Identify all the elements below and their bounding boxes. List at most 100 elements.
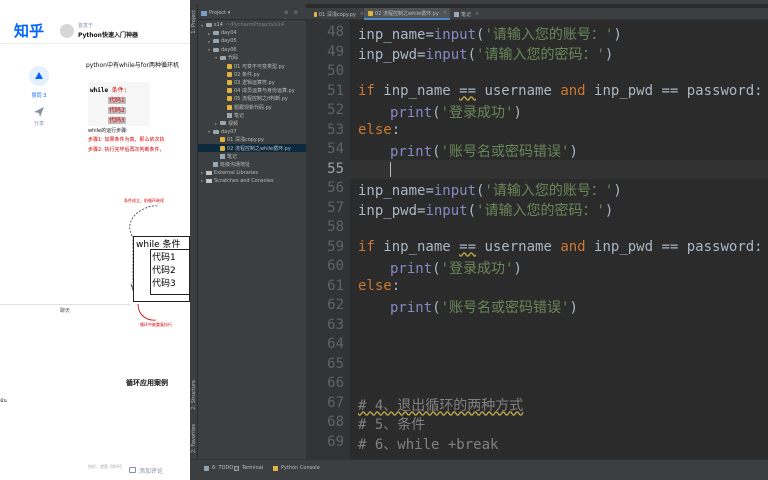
tree-item[interactable]: ▸ day04 (198, 29, 306, 37)
tree-item-label: 05 流程控制之if判断.py (234, 96, 288, 103)
chat-title: 聊天 (59, 308, 70, 314)
upvote-count: 赞同 3 (31, 93, 47, 99)
tree-item[interactable]: ▸ External Libraries (198, 169, 306, 177)
diagram-line: 代码1 (152, 253, 176, 263)
python-file-icon (220, 137, 225, 143)
tree-item-label: day06 (221, 46, 237, 53)
tree-item[interactable]: 04 成员运算与身份运算.py (198, 87, 306, 95)
tab-notes[interactable]: 笔记 × (450, 8, 484, 20)
python-file-icon (314, 11, 317, 17)
line-number: 57 (327, 199, 344, 216)
code-line-54: print('账号名或密码错误') (390, 144, 578, 160)
project-panel-title[interactable]: Project ▾ (209, 10, 230, 16)
section-heading: 循环应用案例 (126, 379, 168, 387)
line-number: 50 (327, 63, 344, 79)
tree-item-label: 视频 (228, 120, 239, 127)
tree-item[interactable]: 题跟现新代码.py (198, 103, 306, 111)
column-prefix: 首发于 (78, 23, 94, 29)
tab-while-loop[interactable]: 02 流程控制之while循环.py × (364, 8, 450, 20)
folder-icon (206, 23, 212, 27)
project-title-text: Project (209, 10, 227, 16)
python-file-icon (227, 79, 232, 85)
code-line-57: inp_pwd=input('请输入您的密码：') (358, 202, 614, 219)
code-line-59: if inp_name == username and inp_pwd == p… (358, 238, 763, 255)
folder-icon (213, 129, 219, 134)
folder-icon (213, 31, 219, 36)
upvote-button[interactable] (29, 66, 49, 86)
line-number: 68 (327, 414, 344, 430)
line-number: 66 (327, 375, 344, 391)
tree-item[interactable]: 01 深浅copy.py (198, 136, 306, 144)
tree-item[interactable]: 03 逻辑运算符.py (198, 78, 306, 86)
code-line-53: else: (358, 121, 401, 138)
tree-item[interactable]: ▾ s14 ~/PycharmProjects/s14 (198, 21, 306, 29)
favorites-tool-button[interactable]: 2: Favorites (191, 424, 197, 453)
tree-item[interactable]: 笔记 (198, 111, 306, 119)
tree-item[interactable]: 02 流程控制之while循环.py (198, 144, 306, 152)
tree-item-label: 04 成员运算与身份运算.py (234, 88, 295, 95)
tree-item[interactable]: 05 流程控制之if判断.py (198, 95, 306, 103)
tree-item-label: Scratches and Consoles (214, 177, 274, 184)
share-label[interactable]: 分享 (20, 120, 58, 127)
step-1-text: 步骤1: 如果条件为真，那么依次执 (88, 137, 165, 143)
tab-deep-copy[interactable]: 01 深浅copy.py × (310, 8, 364, 20)
column-avatar[interactable] (60, 24, 74, 38)
tree-item[interactable]: ▾ day06 (198, 46, 306, 54)
tree-item[interactable]: 01 可变不可变类型.py (198, 62, 306, 70)
diagram-note-condition: 条件成立，則循环继续 (124, 198, 164, 203)
line-number: 49 (327, 43, 344, 60)
tab-label: 笔记 (461, 11, 472, 18)
share-icon[interactable] (33, 106, 45, 118)
python-file-icon (227, 96, 232, 102)
close-icon[interactable]: × (475, 11, 479, 17)
line-number: 60 (327, 258, 344, 274)
screen: 知乎 首发于 Python快速入门神器 赞同 3 分享 python中有whil… (0, 0, 768, 480)
code-line-52: print('登录成功') (390, 105, 522, 121)
project-tool-button[interactable]: 1: Project (191, 10, 197, 34)
left-tool-strip: 1: Project 2: Structure 2: Favorites (190, 4, 198, 459)
tree-item-label: 03 逻辑运算符.py (234, 79, 275, 86)
code-sample-line: 代码1 (108, 97, 126, 104)
line-number: 67 (327, 394, 344, 411)
step-2-text: 步骤2: 执行完毕后再次判断条件， (88, 147, 165, 153)
code-sample-line: 代码3 (108, 117, 126, 124)
tree-item-label: 02 条件.py (234, 71, 260, 78)
tree-item-label: day07 (221, 128, 237, 135)
tree-item[interactable]: ▸ 视频 (198, 119, 306, 127)
code-editor[interactable]: inp_name=input('请输入您的账号：') inp_pwd=input… (350, 20, 768, 459)
code-line-60: print('登录成功') (390, 261, 522, 277)
column-title[interactable]: Python快速入门神器 (78, 30, 138, 39)
comment-icon[interactable] (129, 467, 136, 473)
code-line-69: # 6、while +break (358, 436, 499, 453)
close-icon[interactable]: × (443, 10, 447, 16)
add-comment-link[interactable]: 添加评论 (139, 466, 163, 475)
code-line-62: print('账号名或密码错误') (390, 300, 578, 316)
terminal-tool-button[interactable]: Terminal (234, 465, 263, 471)
tree-item[interactable]: ▾ 代码 (198, 54, 306, 62)
pycharm-window: 1: Project 2: Structure 2: Favorites Pro… (190, 0, 768, 480)
tree-item[interactable]: ▸ day05 (198, 37, 306, 45)
tree-item[interactable]: 笔记 (198, 152, 306, 160)
zhihu-logo[interactable]: 知乎 (14, 20, 44, 41)
terminal-icon (234, 465, 239, 471)
tree-item[interactable]: 02 条件.py (198, 70, 306, 78)
diagram-inner-block: 代码1 代码2 代码3 (150, 249, 190, 295)
upvote-arrow-icon (35, 72, 43, 79)
tree-item[interactable]: 班级沟通地址 (198, 160, 306, 168)
diagram-line: 代码3 (152, 279, 176, 289)
project-panel-header: Project ▾ ⊕ ⚙ – (198, 8, 306, 22)
python-file-icon (368, 10, 373, 16)
tree-item-label: 笔记 (227, 153, 238, 160)
structure-tool-button[interactable]: 2: Structure (191, 380, 197, 410)
python-console-tool-button[interactable]: Python Console (273, 465, 320, 471)
todo-tool-button[interactable]: 6: TODO (204, 465, 233, 471)
tree-item-path: ~/PycharmProjects/s14 (225, 22, 285, 28)
line-number: 69 (327, 433, 344, 450)
text-file-icon (213, 161, 218, 167)
line-number: 59 (327, 238, 344, 255)
line-number: 62 (327, 297, 344, 313)
tree-item[interactable]: ▸ Scratches and Consoles (198, 177, 306, 185)
bottom-tool-bar: 6: TODO Terminal Python Console (190, 459, 768, 480)
tree-item[interactable]: ▾ day07 (198, 128, 306, 136)
line-number: 65 (327, 355, 344, 372)
